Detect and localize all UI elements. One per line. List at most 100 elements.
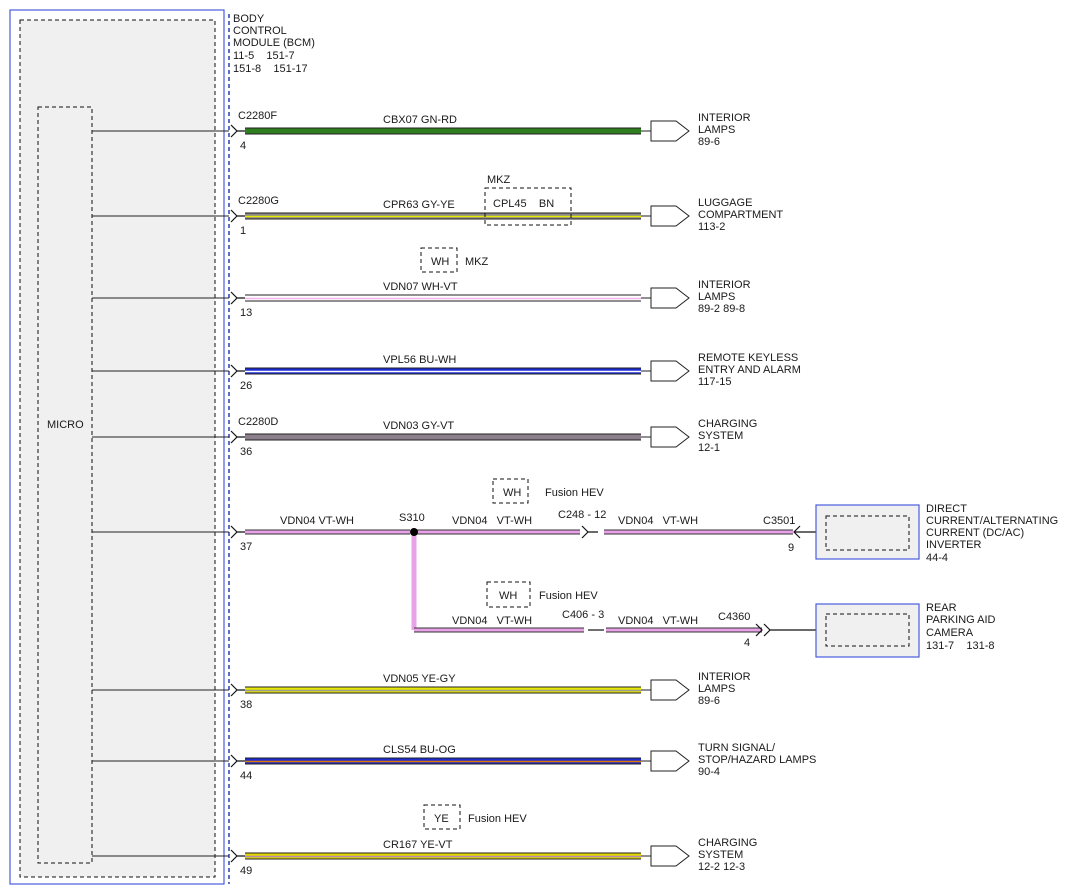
inverter-box xyxy=(815,504,920,560)
dest-label-line: 113-2 xyxy=(698,221,725,233)
dest-label-line: 12-1 xyxy=(698,442,720,454)
connector-label: C2280G xyxy=(238,195,279,207)
wire-label: VDN04 VT-WH xyxy=(452,615,532,627)
dest-connector-label: C3501 xyxy=(763,515,795,527)
dest-label-line: INTERIOR xyxy=(698,279,751,291)
dest-pin-label: 4 xyxy=(744,637,750,649)
dest-label-line: CHARGING xyxy=(698,837,757,849)
wire-label: CR167 YE-VT xyxy=(383,839,453,851)
dest-label-line: CURRENT/ALTERNATING xyxy=(926,515,1058,527)
pin-number: 44 xyxy=(240,770,252,782)
dest-label-line: REAR xyxy=(926,602,957,614)
splice-label: S310 xyxy=(399,512,425,524)
dest-label-line: LAMPS xyxy=(698,683,735,695)
wire-label: CPR63 GY-YE xyxy=(383,199,455,211)
connector-label: C2280F xyxy=(238,110,277,122)
dest-label-line: ENTRY AND ALARM xyxy=(698,364,801,376)
wire-note-box-label: YE xyxy=(434,813,449,825)
dest-label-line: STOP/HAZARD LAMPS xyxy=(698,754,816,766)
module-connector-symbol xyxy=(230,291,245,305)
splice-dot xyxy=(410,528,418,536)
dest-connector-label: C4360 xyxy=(718,611,750,623)
pin-number: 36 xyxy=(240,446,252,458)
pin-number: 49 xyxy=(240,865,252,877)
dest-label-line: COMPARTMENT xyxy=(698,209,783,221)
module-connector-symbol xyxy=(230,430,245,444)
dest-label-line: DIRECT xyxy=(926,503,967,515)
dest-label-line: INTERIOR xyxy=(698,112,751,124)
module-connector-symbol xyxy=(230,754,245,768)
dest-label-line: 12-2 12-3 xyxy=(698,861,745,873)
dest-label-line: PARKING AID xyxy=(926,614,996,626)
dest-connector-symbol xyxy=(641,205,690,227)
dest-connector-symbol xyxy=(641,426,690,448)
module-title-line: MODULE (BCM) xyxy=(233,37,315,49)
pin-number: 4 xyxy=(240,140,246,152)
wire-label: CBX07 GN-RD xyxy=(383,114,457,126)
micro-label: MICRO xyxy=(47,419,84,431)
dest-label-line: CAMERA xyxy=(926,627,974,639)
wire-label: VDN04 VT-WH xyxy=(618,615,698,627)
wire-label: VDN03 GY-VT xyxy=(383,420,454,432)
wire-note-text: Fusion HEV xyxy=(539,590,598,602)
pin-number: 1 xyxy=(240,225,246,237)
pin-number: 26 xyxy=(240,380,252,392)
dest-label-line: SYSTEM xyxy=(698,849,743,861)
dest-label-line: LAMPS xyxy=(698,291,735,303)
module-connector-symbol xyxy=(230,849,245,863)
module-connector-symbol xyxy=(230,525,245,539)
module-title-line: BODY xyxy=(233,13,265,25)
connector-label: C2280D xyxy=(238,416,278,428)
dest-ref-line: 44-4 xyxy=(926,552,948,564)
dest-connector-symbol xyxy=(641,845,690,867)
pin-number: 13 xyxy=(240,307,252,319)
wire-note-box-label: WH xyxy=(503,487,521,499)
pin-number: 38 xyxy=(240,699,252,711)
wire-label: VDN04 VT-WH xyxy=(618,515,698,527)
wire-label: VDN07 WH-VT xyxy=(383,281,458,293)
wire-note-text: Fusion HEV xyxy=(545,487,604,499)
inline-connector-label: C406 - 3 xyxy=(562,609,604,621)
dest-label-line: SYSTEM xyxy=(698,430,743,442)
module-connector-symbol xyxy=(230,209,245,223)
dest-label-line: LAMPS xyxy=(698,124,735,136)
wire-label: CLS54 BU-OG xyxy=(383,744,456,756)
dest-label-line: LUGGAGE xyxy=(698,197,752,209)
dest-ref-line: 131-7 131-8 xyxy=(926,640,995,652)
dest-label-line: REMOTE KEYLESS xyxy=(698,352,798,364)
dest-label-line: CHARGING xyxy=(698,418,757,430)
module-connector-symbol xyxy=(230,124,245,138)
dest-label-line: CURRENT (DC/AC) xyxy=(926,527,1024,539)
module-connector-symbol xyxy=(230,364,245,378)
camera-box xyxy=(815,603,920,658)
wire-note-box-label: WH xyxy=(431,256,449,268)
wire-label: VDN04 VT-WH xyxy=(280,515,354,527)
module-title-line: CONTROL xyxy=(233,25,287,37)
dest-pin-label: 9 xyxy=(788,542,794,554)
dest-connector-symbol xyxy=(641,679,690,701)
wiring-diagram: MICRO BODY CONTROL MODULE (BCM) 11-5 151… xyxy=(9,9,1058,885)
wire-note-text: MKZ xyxy=(465,256,489,268)
inline-connector-symbol xyxy=(581,525,598,539)
dest-label-line: INTERIOR xyxy=(698,671,751,683)
pin-number: 37 xyxy=(240,541,252,553)
dest-label-line: TURN SIGNAL/ xyxy=(698,742,776,754)
dest-connector-symbol xyxy=(641,287,690,309)
module-connector-symbol xyxy=(230,683,245,697)
micro-box xyxy=(37,106,93,864)
wire-note-text: Fusion HEV xyxy=(468,813,527,825)
wire-label: VDN04 VT-WH xyxy=(452,515,532,527)
wire-label: VDN05 YE-GY xyxy=(383,673,456,685)
dest-label-line: 90-4 xyxy=(698,766,720,778)
dest-label-line: 89-6 xyxy=(698,136,720,148)
dest-connector-symbol xyxy=(641,120,690,142)
dest-label-line: INVERTER xyxy=(926,539,981,551)
dest-connector-symbol xyxy=(641,750,690,772)
dest-label-line: 89-2 89-8 xyxy=(698,303,745,315)
module-ref-line: 151-8 151-17 xyxy=(233,63,308,75)
option-wire-label: CPL45 BN xyxy=(493,198,554,210)
wire-note-box-label: WH xyxy=(499,590,517,602)
dest-connector-symbol xyxy=(755,623,816,637)
dest-connector-symbol xyxy=(641,360,690,382)
dest-label-line: 117-15 xyxy=(698,376,731,388)
